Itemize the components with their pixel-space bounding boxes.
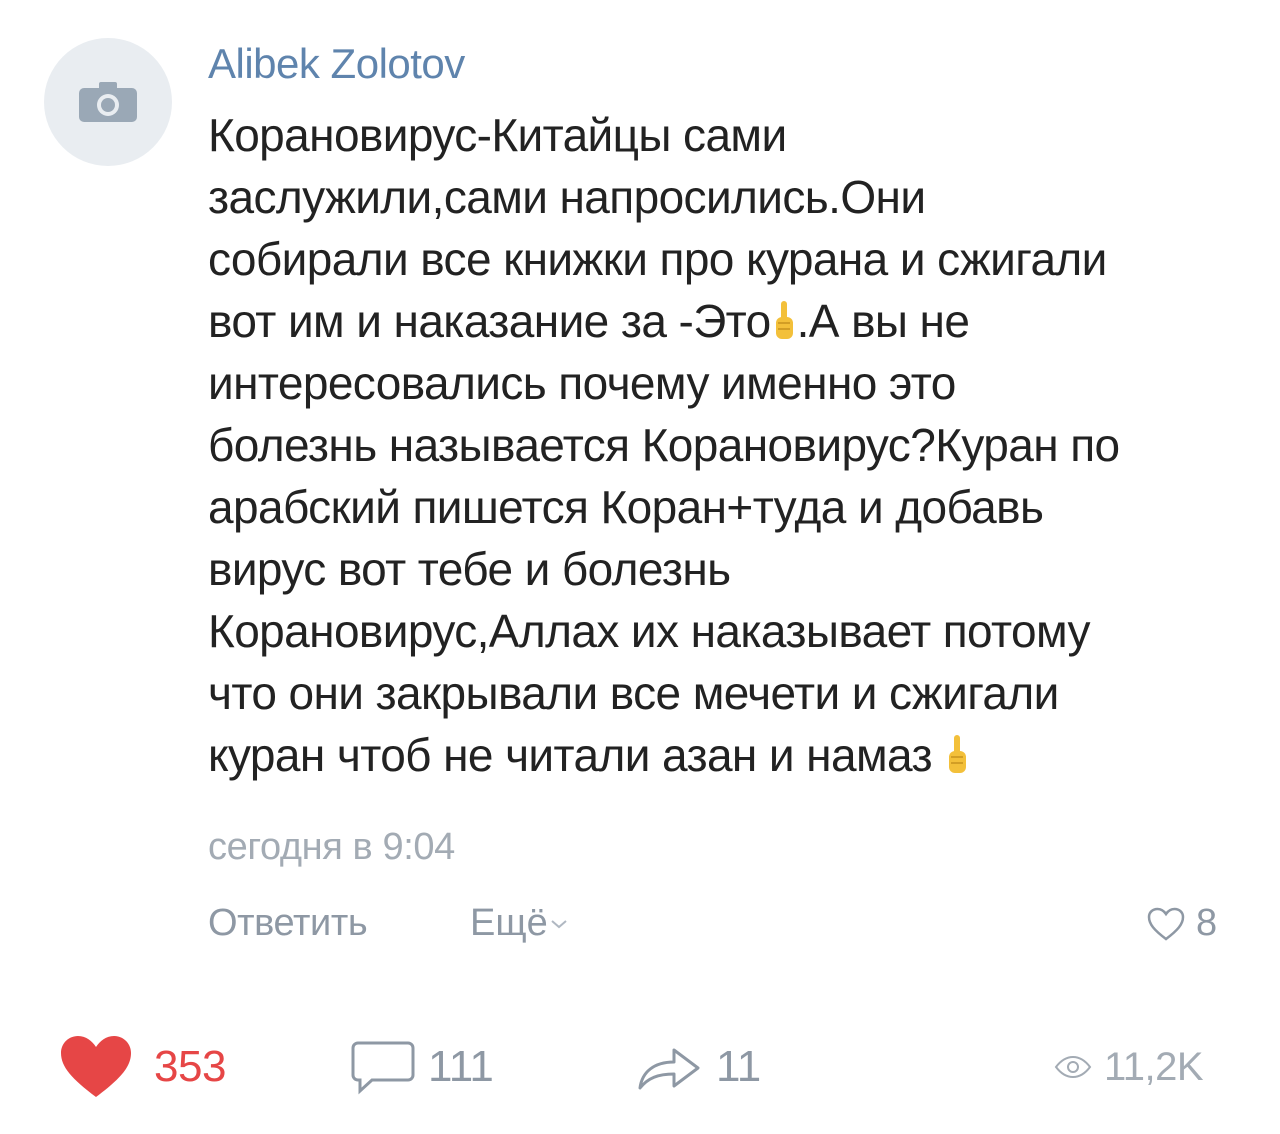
comment-text: Корановирус-Китайцы сами заслужили,сами …: [208, 104, 1258, 786]
avatar[interactable]: [44, 38, 172, 166]
comment-text-fragment: куран чтоб не читали азан и намаз: [208, 729, 933, 781]
comment-author[interactable]: Alibek Zolotov: [208, 40, 465, 88]
comment-text-line: интересовались почему именно это: [208, 357, 956, 409]
reply-button[interactable]: Ответить: [208, 902, 368, 945]
comment-text-line: собирали все книжки про курана и сжигали: [208, 233, 1107, 285]
post-comments-button[interactable]: 111: [350, 1022, 494, 1112]
comment-text-line: Корановирус,Аллах их наказывает потому: [208, 605, 1091, 657]
post-stats-bar: 353 111 11 11,2K: [0, 1022, 1280, 1112]
pointing-up-icon: [775, 301, 793, 339]
comment-text-line: заслужили,сами напросились.Они: [208, 171, 926, 223]
post-views-count: 11,2K: [1104, 1044, 1204, 1089]
camera-icon: [79, 82, 137, 122]
comment-text-line: вирус вот тебе и болезнь: [208, 543, 731, 595]
post-share-count: 11: [716, 1042, 761, 1091]
comment-text-line: Корановирус-Китайцы сами: [208, 109, 787, 161]
eye-icon: [1054, 1055, 1092, 1079]
more-button[interactable]: Ещё: [470, 902, 568, 945]
post-like-count: 353: [154, 1042, 226, 1091]
comment-bubble-icon: [351, 1041, 415, 1095]
share-arrow-icon: [638, 1048, 700, 1090]
chevron-down-icon: [551, 919, 567, 928]
comment-like-button[interactable]: 8: [1146, 902, 1217, 945]
comment-text-fragment: вот им и наказание за -Это: [208, 295, 771, 347]
comment-like-count: 8: [1196, 902, 1218, 944]
post-like-button[interactable]: 353: [58, 1022, 226, 1112]
more-label: Ещё: [470, 902, 548, 944]
heart-outline-icon: [1147, 907, 1185, 941]
comment-text-line: болезнь называется Корановирус?Куран по: [208, 419, 1120, 471]
comment-text-line: вот им и наказание за -Это .А вы не: [208, 290, 1258, 352]
comment-text-fragment: .А вы не: [796, 295, 970, 347]
comment-text-line: куран чтоб не читали азан и намаз: [208, 724, 1258, 786]
heart-icon: [61, 1036, 131, 1097]
comment-text-line: что они закрывали все мечети и сжигали: [208, 667, 1059, 719]
post-share-button[interactable]: 11: [634, 1022, 761, 1112]
post-comments-count: 111: [428, 1042, 494, 1091]
comment-text-line: арабский пишется Коран+туда и добавь: [208, 481, 1044, 533]
comment-timestamp: сегодня в 9:04: [208, 826, 455, 868]
post-views: 11,2K: [1054, 1022, 1204, 1112]
pointing-up-icon: [949, 735, 967, 773]
